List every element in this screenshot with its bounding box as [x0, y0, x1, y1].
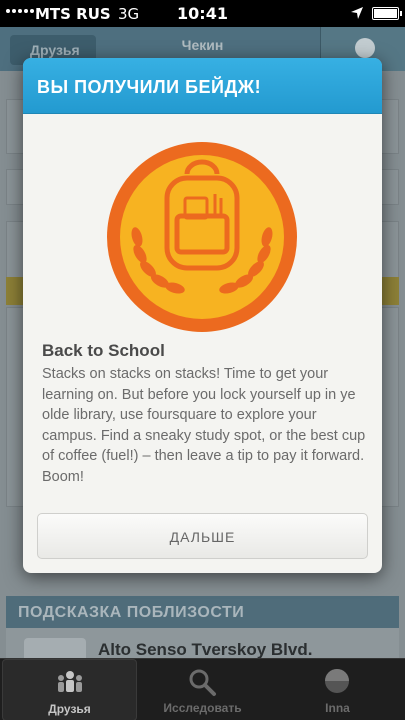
profile-icon: [325, 669, 349, 693]
gear-icon: [355, 38, 375, 58]
tab-friends[interactable]: Друзья: [2, 659, 137, 720]
dialog-header: ВЫ ПОЛУЧИЛИ БЕЙДЖ!: [23, 58, 382, 114]
battery-icon: [372, 7, 402, 20]
search-icon: [189, 669, 216, 696]
nearby-tip-row[interactable]: Alto Senso Tverskoy Blvd.: [6, 628, 399, 678]
badge-description: Stacks on stacks on stacks! Time to get …: [42, 366, 366, 485]
clock: 10:41: [177, 4, 228, 23]
friends-icon: [58, 671, 82, 692]
tab-bar: Друзья Исследовать Inna: [0, 658, 405, 720]
tab-profile[interactable]: Inna: [270, 659, 405, 720]
venue-name: Alto Senso Tverskoy Blvd.: [98, 640, 313, 659]
location-arrow-icon: [351, 7, 363, 19]
tab-label: Исследовать: [163, 701, 242, 715]
tab-label: Inna: [325, 701, 350, 715]
back-to-school-badge-icon: [107, 142, 297, 332]
tab-label: Друзья: [48, 702, 91, 716]
dialog-title: ВЫ ПОЛУЧИЛИ БЕЙДЖ!: [37, 77, 262, 97]
next-button[interactable]: ДАЛЬШЕ: [37, 513, 368, 559]
badge-dialog: ВЫ ПОЛУЧИЛИ БЕЙДЖ! Back to School Stacks…: [23, 58, 382, 573]
nearby-tip-header: ПОДСКАЗКА ПОБЛИЗОСТИ: [6, 596, 399, 628]
status-bar: MTS RUS 3G 10:41: [0, 0, 405, 27]
tab-explore[interactable]: Исследовать: [135, 659, 270, 720]
badge-name: Back to School: [42, 341, 165, 360]
